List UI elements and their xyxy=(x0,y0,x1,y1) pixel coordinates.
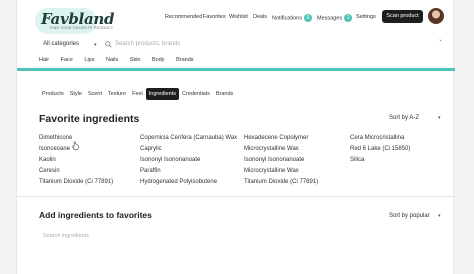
ingredient-item[interactable]: Copernicia Cerifera (Carnauba) Wax xyxy=(140,133,237,144)
tab-style[interactable]: Style xyxy=(67,88,85,100)
chevron-down-icon[interactable]: ▾ xyxy=(438,213,441,219)
ingredient-item[interactable]: Isononyl Isononanoate xyxy=(244,155,318,166)
tab-credentials[interactable]: Credentials xyxy=(179,88,213,100)
sort-select[interactable]: Sort by A-Z xyxy=(389,115,419,121)
ingredient-column: Copernicia Cerifera (Carnauba) Wax Capry… xyxy=(140,133,237,188)
chevron-down-icon[interactable]: ▾ xyxy=(94,42,97,48)
ingredient-item[interactable]: Paraffin xyxy=(140,166,237,177)
ingredient-column: Hexadecene Copolymer Microcrystalline Wa… xyxy=(244,133,318,188)
notifications-badge: 3 xyxy=(303,14,312,22)
tab-feel[interactable]: Feel xyxy=(129,88,146,100)
avatar[interactable] xyxy=(428,8,444,24)
category-subnav: Hair Face Lips Nails Skin Body Brands xyxy=(39,57,204,63)
chevron-down-icon[interactable]: ⌄ xyxy=(438,36,443,43)
search-icon xyxy=(105,41,112,48)
logo-tagline: FIND YOUR FAVORITE PRODUCT xyxy=(50,26,114,30)
ingredient-item[interactable]: Hexadecene Copolymer xyxy=(244,133,318,144)
subnav-item[interactable]: Skin xyxy=(130,57,141,63)
ingredient-item[interactable]: Silica xyxy=(350,155,410,166)
nav-settings[interactable]: Settings xyxy=(356,14,376,20)
subnav-item[interactable]: Brands xyxy=(176,57,193,63)
nav-deals[interactable]: Deals xyxy=(253,14,267,20)
tab-brands[interactable]: Brands xyxy=(213,88,236,100)
accent-divider xyxy=(17,68,455,71)
logo[interactable]: Favbland FIND YOUR FAVORITE PRODUCT xyxy=(35,8,114,34)
nav-notifications[interactable]: Notifications 3 xyxy=(272,14,312,22)
nav-recommended[interactable]: Recommended xyxy=(165,14,202,20)
messages-label: Messages xyxy=(317,15,343,22)
subnav-item[interactable]: Face xyxy=(61,57,73,63)
ingredient-item[interactable]: Hydrogenated Polyisobutene xyxy=(140,177,237,188)
ingredient-label: Isonceoane xyxy=(39,146,71,152)
ingredient-item[interactable]: Cera Microcristallina xyxy=(350,133,410,144)
subnav-item[interactable]: Nails xyxy=(106,57,118,63)
ingredient-item[interactable]: Ceresin xyxy=(39,166,113,177)
ingredient-item[interactable]: Red 6 Lake (Ci 15850) xyxy=(350,144,410,155)
add-ingredients-title: Add ingredients to favorites xyxy=(39,210,152,220)
favorites-title: Favorite ingredients xyxy=(39,113,140,125)
search-input[interactable]: Search products, brands xyxy=(115,41,180,47)
hand-cursor-icon xyxy=(72,141,79,150)
nav-wishlist[interactable]: Wishlist xyxy=(229,14,248,20)
ingredient-item[interactable]: Titanium Dioxide (Ci 77891) xyxy=(244,177,318,188)
subnav-item[interactable]: Body xyxy=(152,57,165,63)
notifications-label: Notifications xyxy=(272,15,302,22)
nav-favorites[interactable]: Favorites xyxy=(203,14,226,20)
ingredient-item[interactable]: Microcrystalline Wax xyxy=(244,166,318,177)
ingredient-item[interactable]: Caprylic xyxy=(140,144,237,155)
ingredient-item[interactable]: Kaolin xyxy=(39,155,113,166)
messages-badge: 1 xyxy=(344,14,353,22)
tab-products[interactable]: Products xyxy=(39,88,67,100)
ingredient-search-input[interactable]: Search ingredients xyxy=(43,233,89,239)
ingredient-item[interactable]: Titanium Dioxide (Ci 77891) xyxy=(39,177,113,188)
subnav-item[interactable]: Lips xyxy=(84,57,94,63)
section-divider xyxy=(17,196,455,197)
chevron-down-icon[interactable]: ▾ xyxy=(438,115,441,121)
scan-product-button[interactable]: Scan product xyxy=(382,10,423,23)
ingredient-column: Cera Microcristallina Red 6 Lake (Ci 158… xyxy=(350,133,410,166)
category-select[interactable]: All categories xyxy=(43,41,79,47)
tab-bar: Products Style Scent Texture Feel Ingred… xyxy=(39,88,236,100)
nav-messages[interactable]: Messages 1 xyxy=(317,14,353,22)
ingredient-item[interactable]: Isononyl Isononanoate xyxy=(140,155,237,166)
page: Favbland FIND YOUR FAVORITE PRODUCT Reco… xyxy=(16,0,455,274)
sort-popular-select[interactable]: Sort by popular xyxy=(389,213,430,219)
subnav-item[interactable]: Hair xyxy=(39,57,49,63)
tab-ingredients[interactable]: Ingredients xyxy=(145,88,179,100)
tab-texture[interactable]: Texture xyxy=(105,88,129,100)
tab-scent[interactable]: Scent xyxy=(85,88,105,100)
ingredient-item[interactable]: Microcrystalline Wax xyxy=(244,144,318,155)
